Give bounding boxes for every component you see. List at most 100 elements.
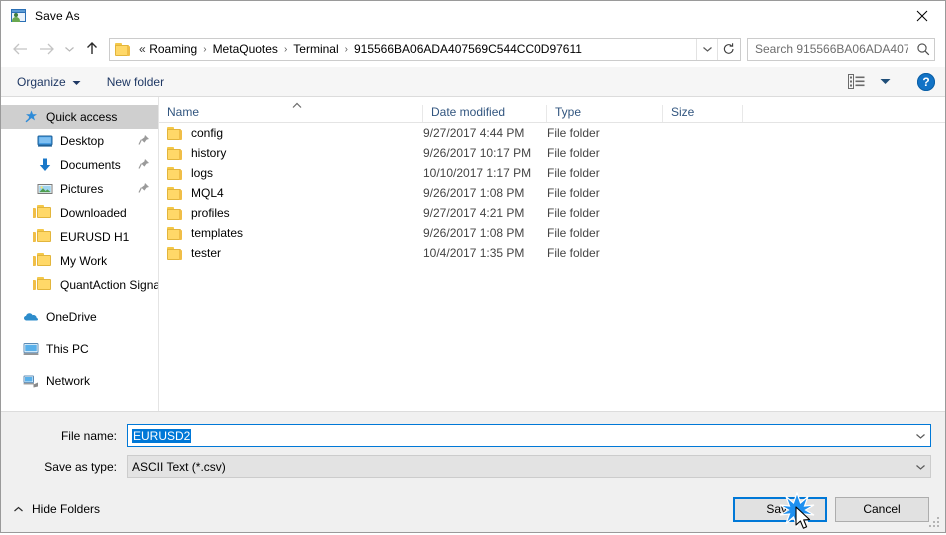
column-header-date-modified[interactable]: Date modified: [423, 105, 547, 122]
sidebar-item-desktop[interactable]: Desktop: [1, 129, 158, 153]
sidebar-item-downloaded[interactable]: Downloaded: [1, 201, 158, 225]
refresh-icon: [723, 43, 734, 54]
window-title: Save As: [35, 9, 80, 23]
sidebar-item-quantaction-signal[interactable]: QuantAction Signal: [1, 273, 158, 297]
sidebar-item-network[interactable]: Network: [1, 369, 158, 393]
file-type-cell: File folder: [547, 166, 600, 180]
folder-icon: [33, 277, 53, 293]
cancel-button[interactable]: Cancel: [835, 496, 929, 522]
table-row[interactable]: templates 9/26/2017 1:08 PM File folder: [159, 223, 945, 243]
organize-button[interactable]: Organize: [15, 72, 83, 92]
save-as-type-value: ASCII Text (*.csv): [132, 459, 226, 474]
breadcrumb-separator[interactable]: ›: [281, 44, 290, 55]
hide-folders-label: Hide Folders: [32, 502, 101, 516]
breadcrumb-item-terminal[interactable]: Terminal: [290, 41, 341, 57]
view-dropdown-button[interactable]: [876, 76, 895, 87]
table-row[interactable]: history 9/26/2017 10:17 PM File folder: [159, 143, 945, 163]
sidebar-item-quick-access[interactable]: Quick access: [1, 105, 158, 129]
file-date-cell: 10/4/2017 1:35 PM: [423, 246, 525, 260]
close-button[interactable]: [899, 1, 945, 31]
pictures-icon: [37, 181, 53, 197]
pin-icon[interactable]: [138, 134, 150, 147]
file-name-label: templates: [191, 226, 244, 240]
file-type-cell: File folder: [547, 186, 600, 200]
file-name-value: EURUSD2: [132, 428, 192, 443]
folder-icon: [167, 186, 183, 200]
forward-button[interactable]: [33, 36, 59, 62]
folder-icon: [167, 246, 183, 260]
file-name-dropdown-button[interactable]: [910, 425, 930, 446]
close-icon: [916, 10, 928, 22]
sidebar-item-label: Documents: [60, 158, 121, 172]
sidebar-item-my-work[interactable]: My Work: [1, 249, 158, 273]
sidebar-item-this-pc[interactable]: This PC: [1, 337, 158, 361]
pin-icon[interactable]: [138, 158, 150, 171]
folder-icon: [167, 166, 183, 180]
resize-grip[interactable]: [929, 517, 941, 529]
command-toolbar: Organize New folder ?: [1, 67, 945, 97]
chevron-down-icon: [880, 79, 891, 84]
file-date-cell: 9/26/2017 1:08 PM: [423, 186, 525, 200]
table-row[interactable]: MQL4 9/26/2017 1:08 PM File folder: [159, 183, 945, 203]
toolbar-right-group: ?: [844, 72, 935, 91]
breadcrumb-item-terminal-id[interactable]: 915566BA06ADA407569C544CC0D97611: [351, 41, 585, 57]
sidebar-item-label: Quick access: [46, 110, 118, 124]
sidebar-item-documents[interactable]: Documents: [1, 153, 158, 177]
change-view-button[interactable]: [844, 72, 870, 91]
sidebar-item-onedrive[interactable]: OneDrive: [1, 305, 158, 329]
folder-icon: [115, 42, 131, 56]
file-name-label: tester: [191, 246, 222, 260]
breadcrumb-item-metaquotes[interactable]: MetaQuotes: [210, 41, 281, 57]
organize-label: Organize: [17, 74, 66, 89]
file-name-cell: tester: [167, 246, 423, 260]
sidebar-item-label: Desktop: [60, 134, 105, 148]
save-button[interactable]: Save: [733, 496, 827, 522]
file-name-label: MQL4: [191, 186, 224, 200]
help-icon[interactable]: ?: [917, 72, 935, 91]
search-icon[interactable]: [912, 42, 934, 56]
breadcrumb-overflow[interactable]: «: [136, 41, 146, 57]
column-header-size[interactable]: Size: [663, 105, 743, 122]
breadcrumb-separator[interactable]: ›: [200, 44, 209, 55]
up-button[interactable]: [79, 36, 105, 62]
file-type-cell: File folder: [547, 206, 600, 220]
new-folder-button[interactable]: New folder: [105, 72, 166, 92]
breadcrumb-separator[interactable]: ›: [342, 44, 351, 55]
table-row[interactable]: profiles 9/27/2017 4:21 PM File folder: [159, 203, 945, 223]
save-as-type-select[interactable]: ASCII Text (*.csv): [127, 455, 931, 478]
pin-icon[interactable]: [138, 182, 150, 195]
new-folder-label: New folder: [106, 74, 165, 89]
sidebar-item-eurusd-h1[interactable]: EURUSD H1: [1, 225, 158, 249]
address-dropdown-button[interactable]: [696, 38, 717, 60]
file-date-cell: 10/10/2017 1:17 PM: [423, 166, 532, 180]
arrow-left-icon: [12, 43, 27, 55]
search-box[interactable]: [747, 37, 935, 61]
file-name-row: File name: EURUSD2: [15, 424, 931, 447]
breadcrumb: « Roaming › MetaQuotes › Terminal › 9155…: [136, 41, 696, 57]
hide-folders-button[interactable]: Hide Folders: [13, 502, 100, 516]
file-date-cell: 9/26/2017 1:08 PM: [423, 226, 525, 240]
breadcrumb-item-roaming[interactable]: Roaming: [146, 41, 200, 57]
address-bar[interactable]: « Roaming › MetaQuotes › Terminal › 9155…: [109, 37, 741, 61]
refresh-button[interactable]: [717, 38, 740, 60]
chevron-down-icon: [915, 464, 925, 470]
save-as-type-dropdown-button[interactable]: [910, 456, 930, 477]
file-name-cell: logs: [167, 166, 423, 180]
recent-locations-button[interactable]: [59, 36, 79, 62]
column-header-name[interactable]: Name: [159, 105, 423, 122]
table-row[interactable]: config 9/27/2017 4:44 PM File folder: [159, 123, 945, 143]
sidebar-item-pictures[interactable]: Pictures: [1, 177, 158, 201]
table-row[interactable]: logs 10/10/2017 1:17 PM File folder: [159, 163, 945, 183]
folder-icon: [33, 253, 53, 269]
star-pin-icon: [23, 109, 39, 125]
column-header-type[interactable]: Type: [547, 105, 663, 122]
back-button[interactable]: [7, 36, 33, 62]
search-input[interactable]: [748, 42, 912, 56]
table-row[interactable]: tester 10/4/2017 1:35 PM File folder: [159, 243, 945, 263]
file-name-label: config: [191, 126, 224, 140]
sidebar-item-label: Network: [46, 374, 91, 388]
file-name-input[interactable]: EURUSD2: [127, 424, 931, 447]
file-name-cell: MQL4: [167, 186, 423, 200]
folder-icon: [167, 206, 183, 220]
